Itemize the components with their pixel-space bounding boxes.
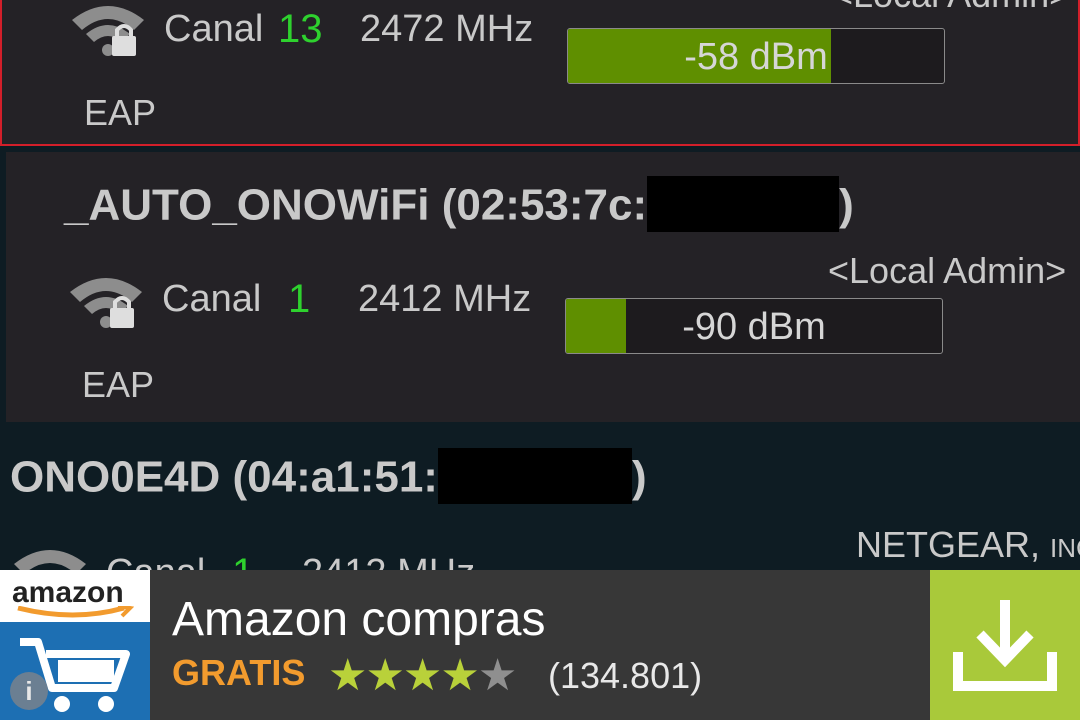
title-close-paren: )	[631, 452, 647, 502]
star-icon: ★	[365, 651, 404, 700]
vendor-label: <Local Admin>	[832, 0, 1070, 16]
vendor-name: NETGEAR,	[856, 524, 1041, 565]
channel-number: 13	[278, 7, 323, 51]
title-close-paren: )	[839, 180, 854, 230]
star-icon: ★	[328, 651, 367, 700]
vendor-label: NETGEAR, INC	[856, 524, 1080, 566]
info-icon[interactable]: i	[10, 672, 48, 710]
redacted-block	[437, 448, 632, 504]
security-label: EAP	[82, 364, 155, 405]
star-icon: ★	[402, 651, 442, 700]
rating-count: (134.801)	[548, 655, 703, 696]
star-icon: ★	[440, 651, 479, 700]
ad-title[interactable]: Amazon compras	[172, 592, 545, 647]
wifi-lock-icon	[72, 6, 144, 56]
ssid-mac-text: _AUTO_ONOWiFi (02:53:7c:	[64, 180, 648, 230]
security-label: EAP	[84, 92, 157, 133]
channel-label: Canal	[162, 278, 262, 320]
wifi-lock-icon	[70, 278, 142, 328]
download-icon	[953, 600, 1057, 691]
network-item[interactable]: ONO0E4D (04:a1:51:) NETGEAR, INC Canal 1…	[0, 430, 1080, 570]
network-item[interactable]: _AUTO_ONOWiFi (02:53:7c:) <Local Admin> …	[6, 152, 1080, 422]
network-title: ONO0E4D (04:a1:51:)	[10, 448, 647, 508]
channel-number: 1	[232, 551, 254, 570]
signal-text: -58 dBm	[684, 36, 828, 78]
download-button[interactable]	[930, 570, 1080, 720]
network-item-selected[interactable]: Canal 13 2472 MHz <Local Admin> -58 dBm …	[0, 0, 1080, 146]
vendor-label: <Local Admin>	[828, 250, 1067, 291]
frequency: 2412 MHz	[358, 278, 532, 320]
network-title: _AUTO_ONOWiFi (02:53:7c:)	[64, 176, 854, 236]
frequency: 2412 MHz	[302, 552, 475, 570]
signal-strength-bar: -58 dBm	[567, 28, 945, 84]
vendor-suffix: INC	[1050, 533, 1080, 563]
signal-text: -90 dBm	[682, 306, 826, 348]
smile-arrow-icon	[17, 606, 134, 618]
star-empty-icon: ★	[477, 651, 517, 700]
channel-label: Canal	[164, 8, 264, 50]
ad-price: GRATIS	[172, 652, 306, 693]
channel-label: Canal	[106, 552, 205, 570]
amazon-logo-text: amazon	[12, 576, 124, 609]
ssid-mac-text: ONO0E4D (04:a1:51:	[10, 452, 438, 502]
frequency: 2472 MHz	[360, 8, 534, 50]
channel-number: 1	[288, 277, 311, 321]
wifi-lock-icon	[14, 550, 86, 570]
redacted-block	[647, 176, 840, 232]
rating-stars: ★★★★★	[328, 650, 517, 701]
signal-strength-bar: -90 dBm	[565, 298, 943, 354]
